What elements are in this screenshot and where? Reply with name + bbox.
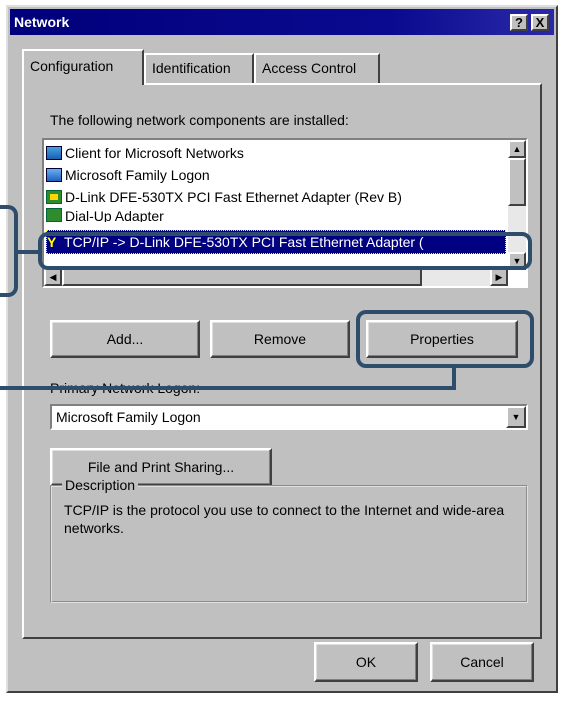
primary-logon-dropdown[interactable]: Microsoft Family Logon ▼ bbox=[50, 404, 528, 430]
dialup-adapter-icon bbox=[46, 208, 62, 222]
add-button[interactable]: Add... bbox=[50, 320, 200, 358]
horizontal-scrollbar[interactable]: ◀ ▶ bbox=[44, 268, 508, 286]
scroll-up-icon[interactable]: ▲ bbox=[508, 140, 526, 158]
remove-button[interactable]: Remove bbox=[210, 320, 350, 358]
components-label: The following network components are ins… bbox=[50, 112, 349, 128]
list-item[interactable]: Microsoft Family Logon bbox=[46, 164, 210, 186]
ok-button[interactable]: OK bbox=[314, 642, 418, 682]
cancel-button[interactable]: Cancel bbox=[430, 642, 534, 682]
callout-line bbox=[0, 386, 456, 390]
scroll-left-icon[interactable]: ◀ bbox=[44, 268, 62, 286]
description-group: Description TCP/IP is the protocol you u… bbox=[50, 477, 528, 603]
close-button[interactable]: X bbox=[531, 14, 549, 31]
tab-identification-label: Identification bbox=[152, 60, 231, 76]
chevron-down-icon[interactable]: ▼ bbox=[506, 406, 526, 428]
description-heading: Description bbox=[62, 477, 139, 493]
list-item-label: Microsoft Family Logon bbox=[65, 167, 210, 183]
primary-logon-value: Microsoft Family Logon bbox=[56, 409, 201, 425]
properties-button[interactable]: Properties bbox=[366, 320, 518, 358]
list-item[interactable]: D-Link DFE-530TX PCI Fast Ethernet Adapt… bbox=[46, 186, 402, 208]
remove-button-label: Remove bbox=[253, 331, 307, 347]
family-logon-icon bbox=[46, 168, 62, 182]
file-print-sharing-label: File and Print Sharing... bbox=[87, 459, 235, 475]
vertical-scrollbar[interactable]: ▲ ▼ bbox=[508, 140, 526, 270]
tab-access-control-label: Access Control bbox=[262, 60, 357, 76]
help-button[interactable]: ? bbox=[510, 14, 528, 31]
tab-configuration[interactable]: Configuration bbox=[22, 49, 144, 85]
network-adapter-icon bbox=[46, 190, 62, 204]
add-button-label: Add... bbox=[106, 331, 144, 347]
title-bar[interactable]: Network ? X bbox=[10, 9, 554, 35]
list-item[interactable]: Client for Microsoft Networks bbox=[46, 142, 244, 164]
properties-button-label: Properties bbox=[410, 331, 474, 347]
scroll-down-icon[interactable]: ▼ bbox=[508, 252, 526, 270]
list-item-label: D-Link DFE-530TX PCI Fast Ethernet Adapt… bbox=[65, 189, 402, 205]
tab-access-control[interactable]: Access Control bbox=[254, 53, 380, 83]
tab-configuration-label: Configuration bbox=[30, 58, 114, 74]
scroll-right-icon[interactable]: ▶ bbox=[490, 268, 508, 286]
components-list[interactable]: Client for Microsoft Networks Microsoft … bbox=[42, 138, 528, 288]
list-item-label: Dial-Up Adapter bbox=[65, 208, 164, 222]
callout-line bbox=[14, 250, 40, 254]
list-item[interactable]: Dial-Up Adapter bbox=[46, 208, 164, 222]
description-text: TCP/IP is the protocol you use to connec… bbox=[64, 502, 505, 536]
list-item-label: TCP/IP -> D-Link DFE-530TX PCI Fast Ethe… bbox=[64, 234, 424, 250]
protocol-icon: Y bbox=[47, 234, 57, 250]
list-item-selected[interactable]: Y TCP/IP -> D-Link DFE-530TX PCI Fast Et… bbox=[46, 230, 506, 254]
cancel-button-label: Cancel bbox=[460, 654, 504, 670]
client-icon bbox=[46, 146, 62, 160]
list-item-label: Client for Microsoft Networks bbox=[65, 145, 244, 161]
ok-button-label: OK bbox=[355, 654, 377, 670]
vertical-scroll-thumb[interactable] bbox=[508, 158, 526, 206]
horizontal-scroll-thumb[interactable] bbox=[62, 268, 422, 286]
window-title: Network bbox=[14, 14, 70, 30]
tab-identification[interactable]: Identification bbox=[144, 53, 254, 83]
